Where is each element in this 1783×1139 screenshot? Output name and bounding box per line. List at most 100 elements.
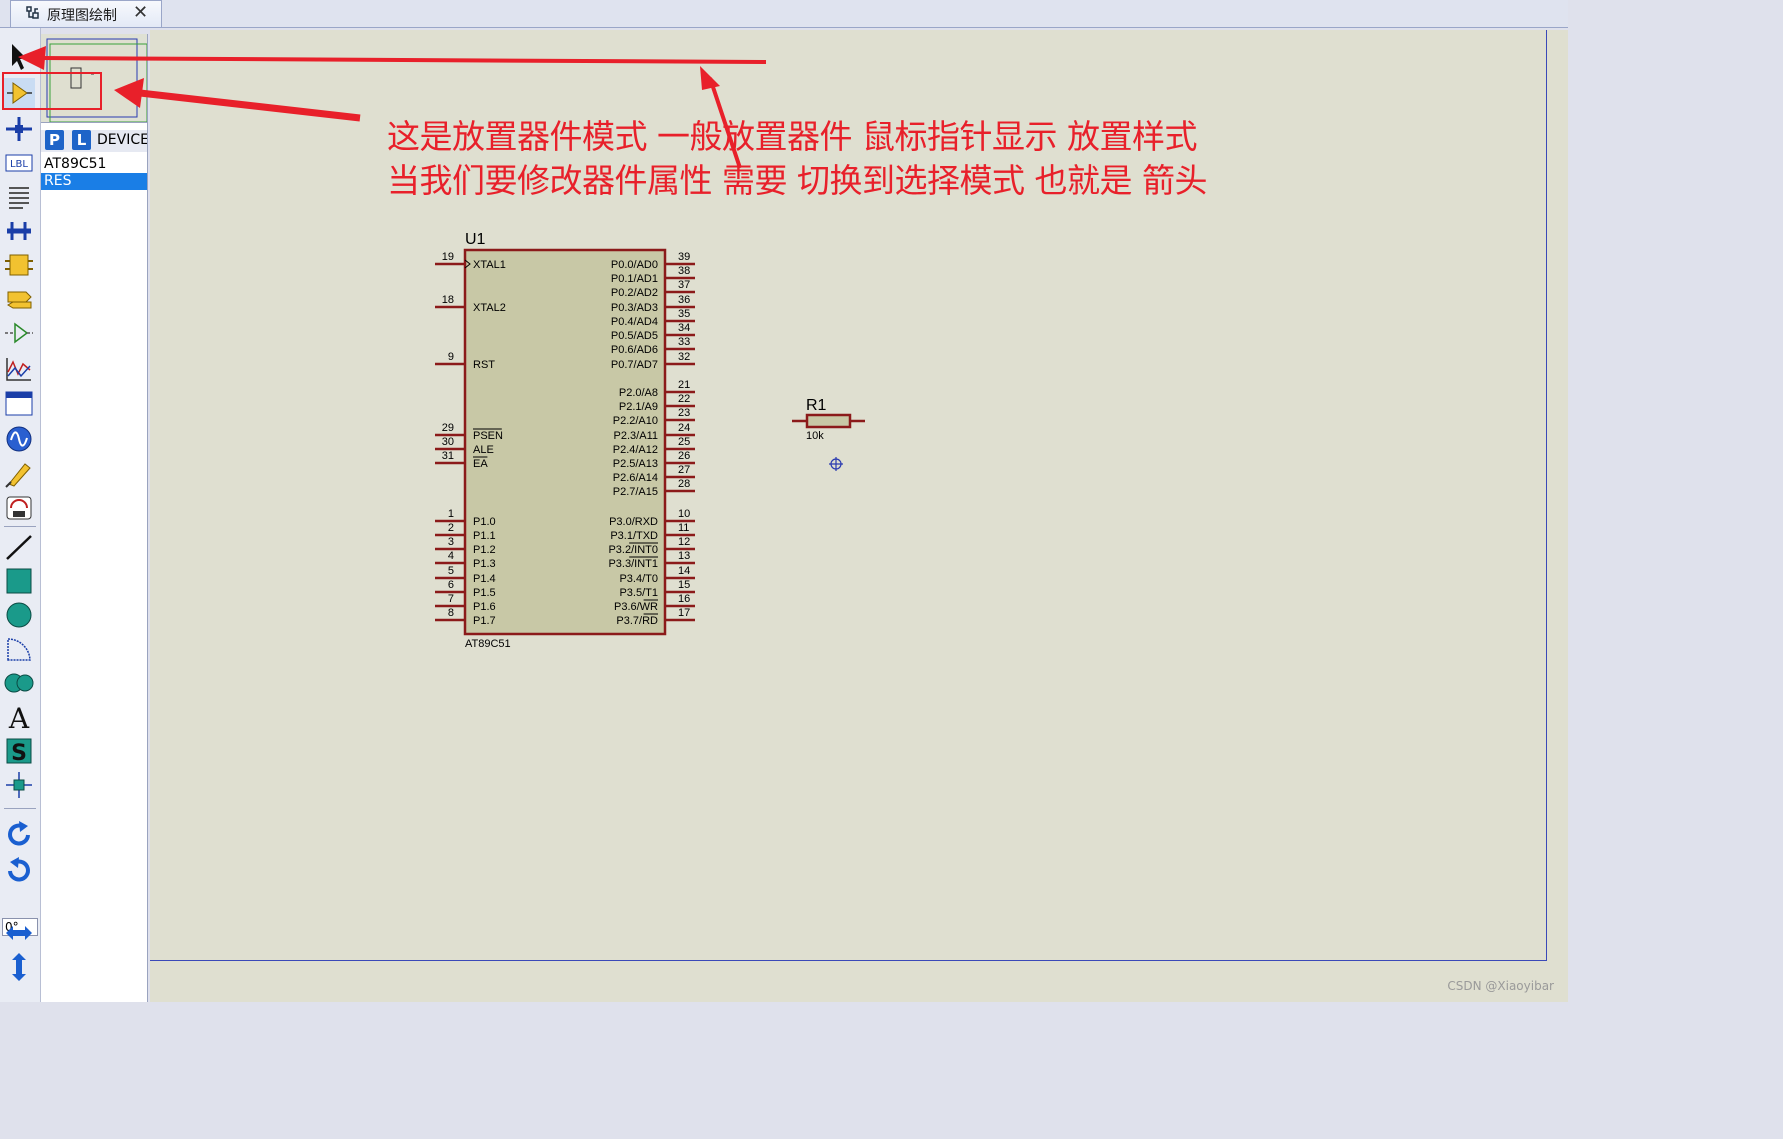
pin-name: P1.5 bbox=[473, 587, 496, 599]
terminal-icon bbox=[7, 291, 32, 309]
pin-number: 31 bbox=[442, 450, 454, 462]
buses-button[interactable] bbox=[3, 216, 35, 246]
generator-button[interactable] bbox=[3, 424, 35, 454]
pin-number: 24 bbox=[678, 422, 690, 434]
pin-name: P0.4/AD4 bbox=[611, 316, 658, 328]
pin-number: 29 bbox=[442, 422, 454, 434]
pin-number: 36 bbox=[678, 294, 690, 306]
line-2d-button[interactable] bbox=[3, 532, 35, 562]
path-icon bbox=[4, 673, 34, 693]
pin-name: P3.2/INT0 bbox=[608, 544, 658, 556]
mirror-y-button[interactable] bbox=[3, 952, 35, 982]
schematic-icon bbox=[25, 5, 41, 27]
junction-icon bbox=[6, 117, 32, 141]
ref-label: U1 bbox=[465, 231, 486, 248]
list-item[interactable]: RES bbox=[41, 173, 147, 190]
pin-name: P2.0/A8 bbox=[619, 387, 658, 399]
graph-icon bbox=[6, 358, 31, 381]
pin-number: 4 bbox=[448, 550, 454, 562]
tape-recorder-button[interactable] bbox=[3, 388, 35, 418]
object-selector-panel: P L DEVICES AT89C51 RES bbox=[41, 34, 148, 1002]
rotate-anticlockwise-button[interactable] bbox=[3, 856, 35, 886]
text-icon: A bbox=[8, 702, 30, 732]
circle-icon bbox=[6, 602, 32, 628]
arc-icon bbox=[7, 638, 31, 661]
annotation-line-2: 当我们要修改器件属性 需要 切换到选择模式 也就是 箭头 bbox=[387, 161, 1207, 200]
pin-number: 2 bbox=[448, 522, 454, 534]
pin-number: 23 bbox=[678, 407, 690, 419]
pick-devices-button[interactable]: P bbox=[45, 130, 64, 150]
text-script-button[interactable] bbox=[3, 182, 35, 212]
probe-icon bbox=[5, 463, 31, 488]
marker-icon bbox=[6, 772, 32, 798]
mirror-x-button[interactable] bbox=[3, 918, 35, 948]
wire-label-button[interactable]: LBL bbox=[3, 148, 35, 178]
pin-number: 7 bbox=[448, 593, 454, 605]
document-tab-bar: 原理图绘制 ✕ bbox=[0, 0, 1568, 28]
pin-name: P2.4/A12 bbox=[613, 444, 658, 456]
script-icon bbox=[9, 187, 29, 209]
pin-number: 39 bbox=[678, 251, 690, 263]
pin-name: EA bbox=[473, 458, 488, 470]
pin-number: 10 bbox=[678, 508, 690, 520]
value-label: 10k bbox=[806, 430, 824, 442]
symbol-icon: S bbox=[6, 738, 32, 766]
circle-2d-button[interactable] bbox=[3, 600, 35, 630]
pin-name: P3.1/TXD bbox=[610, 530, 658, 542]
graph-button[interactable] bbox=[3, 354, 35, 384]
selection-mode-button[interactable] bbox=[3, 42, 35, 72]
schematic-canvas[interactable]: U1 AT89C51 19 XTAL1 18 XTAL2 9 RST 29 PSEN 30 ALE 31… bbox=[150, 30, 1568, 1002]
library-manager-button[interactable]: L bbox=[72, 130, 91, 150]
pin-number: 5 bbox=[448, 565, 454, 577]
junction-dot-button[interactable] bbox=[3, 114, 35, 144]
overview-window[interactable] bbox=[41, 34, 148, 123]
pin-number: 14 bbox=[678, 565, 690, 577]
pin-number: 17 bbox=[678, 607, 690, 619]
subcircuit-button[interactable] bbox=[3, 250, 35, 280]
pin-name: P3.4/T0 bbox=[619, 573, 658, 585]
pin-name: P1.2 bbox=[473, 544, 496, 556]
tab-schematic-capture[interactable]: 原理图绘制 ✕ bbox=[10, 0, 162, 27]
pin-number: 22 bbox=[678, 393, 690, 405]
pin-name: P1.6 bbox=[473, 601, 496, 613]
text-2d-button[interactable]: A bbox=[3, 702, 35, 732]
closed-path-2d-button[interactable] bbox=[3, 668, 35, 698]
pin-number: 1 bbox=[448, 508, 454, 520]
pin-name: P1.4 bbox=[473, 573, 496, 585]
watermark: CSDN @Xiaoyibar bbox=[1447, 979, 1554, 993]
pin-number: 26 bbox=[678, 450, 690, 462]
meter-icon bbox=[6, 496, 32, 520]
rotate-cw-icon bbox=[8, 821, 30, 846]
mode-toolbar: LBL A S 0° bbox=[0, 28, 41, 1002]
part-label: AT89C51 bbox=[465, 638, 511, 650]
component-mode-button[interactable] bbox=[3, 78, 35, 108]
terminals-button[interactable] bbox=[3, 284, 35, 314]
box-icon bbox=[6, 568, 32, 594]
box-2d-button[interactable] bbox=[3, 566, 35, 596]
arc-2d-button[interactable] bbox=[3, 634, 35, 664]
subcircuit-icon bbox=[5, 254, 33, 276]
annotation-line-1: 这是放置器件模式 一般放置器件 鼠标指针显示 放置样式 bbox=[387, 117, 1197, 156]
label-icon: LBL bbox=[5, 154, 33, 172]
mirror-vertical-icon bbox=[12, 953, 26, 981]
voltage-probe-button[interactable] bbox=[3, 458, 35, 488]
markers-2d-button[interactable] bbox=[3, 770, 35, 800]
pin-name: P2.5/A13 bbox=[613, 458, 658, 470]
pin-number: 34 bbox=[678, 322, 690, 334]
close-icon[interactable]: ✕ bbox=[133, 2, 148, 23]
pin-name: P3.7/RD bbox=[616, 615, 658, 627]
pin-number: 15 bbox=[678, 579, 690, 591]
symbols-2d-button[interactable]: S bbox=[3, 736, 35, 766]
pin-name: P2.6/A14 bbox=[613, 472, 658, 484]
virtual-instruments-button[interactable] bbox=[3, 492, 35, 522]
component-r1[interactable]: R1 10k bbox=[792, 397, 865, 442]
rotate-clockwise-button[interactable] bbox=[3, 820, 35, 850]
list-item[interactable]: AT89C51 bbox=[41, 156, 147, 173]
arrow-cursor-icon bbox=[12, 44, 27, 70]
device-pins-button[interactable] bbox=[3, 318, 35, 348]
pin-number: 11 bbox=[678, 522, 689, 534]
pin-number: 18 bbox=[442, 294, 454, 306]
component-u1[interactable]: U1AT89C5119XTAL118XTAL29RST29PSEN30ALE31… bbox=[435, 231, 695, 650]
pin-name: XTAL2 bbox=[473, 302, 506, 314]
pin-number: 12 bbox=[678, 536, 690, 548]
